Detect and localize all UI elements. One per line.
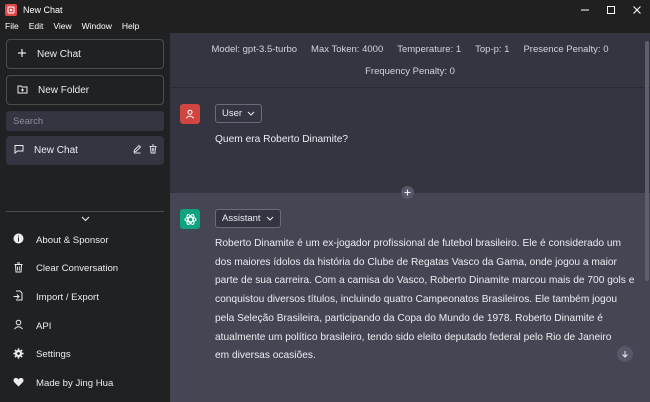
new-folder-label: New Folder (38, 84, 90, 96)
assistant-message: Assistant Roberto Dinamite é um ex-jogad… (170, 193, 650, 402)
assistant-message-text[interactable]: Roberto Dinamite é um ex-jogador profiss… (215, 235, 635, 366)
message-line: parte de sua carreira. Com a camisa do V… (215, 275, 635, 287)
sidebar-menu: About & Sponsor Clear Conversation Impor… (0, 226, 170, 398)
sidebar-item-label: Clear Conversation (36, 263, 119, 275)
app-logo-icon (5, 3, 17, 16)
message-line: atualmente um político brasileiro, tendo… (215, 331, 612, 343)
temperature-label: Temperature: 1 (397, 44, 462, 55)
menu-bar: File Edit View Window Help (0, 19, 650, 33)
user-message-text[interactable]: Quem era Roberto Dinamite? (215, 131, 635, 150)
chat-item-new-chat[interactable]: New Chat (6, 136, 164, 165)
sidebar-item-made-by[interactable]: Made by Jing Hua (0, 369, 170, 398)
sidebar-item-label: API (36, 320, 52, 332)
role-select-value: Assistant (222, 213, 261, 224)
gear-icon (13, 348, 24, 362)
menu-file[interactable]: File (0, 21, 24, 31)
chat-item-actions (132, 144, 158, 157)
openai-logo-icon (180, 209, 200, 229)
folder-plus-icon (17, 84, 28, 97)
message-line: conquistou diversos títulos, incluindo q… (215, 294, 618, 306)
search-input[interactable]: Search (6, 111, 164, 131)
menu-view[interactable]: View (48, 21, 76, 31)
sidebar-item-clear-conversation[interactable]: Clear Conversation (0, 255, 170, 284)
sidebar: New Chat New Folder Search New Chat Abou… (0, 33, 170, 402)
settings-row-2: Frequency Penalty: 0 (170, 66, 650, 77)
window-controls (572, 0, 650, 19)
sidebar-item-label: About & Sponsor (36, 234, 109, 246)
chevron-down-icon (247, 111, 255, 116)
sidebar-divider (6, 211, 164, 212)
menu-help[interactable]: Help (117, 21, 144, 31)
message-line: em diversas ocasiões. (215, 350, 316, 362)
minimize-icon[interactable] (572, 0, 598, 19)
menu-window[interactable]: Window (77, 21, 117, 31)
user-message: User Quem era Roberto Dinamite? (170, 89, 650, 193)
new-chat-button[interactable]: New Chat (6, 39, 164, 69)
title-bar: New Chat (0, 0, 650, 19)
user-avatar-icon (180, 104, 200, 124)
plus-icon (17, 48, 27, 61)
sidebar-item-about[interactable]: About & Sponsor (0, 226, 170, 255)
message-line: Roberto Dinamite é um ex-jogador profiss… (215, 238, 622, 249)
window-title: New Chat (23, 4, 63, 15)
menu-edit[interactable]: Edit (24, 21, 49, 31)
role-select-user[interactable]: User (215, 104, 263, 123)
settings-row-1: Model: gpt-3.5-turbo Max Token: 4000 Tem… (170, 44, 650, 55)
chat-panel: Model: gpt-3.5-turbo Max Token: 4000 Tem… (170, 33, 650, 402)
frequency-penalty-label: Frequency Penalty: 0 (365, 66, 455, 77)
maximize-icon[interactable] (598, 0, 624, 19)
new-chat-label: New Chat (37, 48, 81, 60)
edit-icon[interactable] (132, 144, 142, 157)
trash-icon (13, 262, 24, 276)
trash-icon[interactable] (148, 144, 158, 157)
scroll-down-button[interactable] (617, 346, 633, 362)
user-icon (13, 319, 24, 333)
model-settings-bar[interactable]: Model: gpt-3.5-turbo Max Token: 4000 Tem… (170, 33, 650, 88)
info-icon (13, 233, 24, 247)
presence-penalty-label: Presence Penalty: 0 (523, 44, 609, 55)
role-select-assistant[interactable]: Assistant (215, 209, 281, 228)
sidebar-item-label: Settings (36, 349, 71, 361)
close-icon[interactable] (624, 0, 650, 19)
sidebar-item-import-export[interactable]: Import / Export (0, 283, 170, 312)
sidebar-item-settings[interactable]: Settings (0, 340, 170, 369)
chat-item-label: New Chat (34, 145, 78, 156)
chat-bubble-icon (14, 144, 24, 157)
message-line: dos maiores ídolos da história do Clube … (215, 256, 617, 268)
file-import-icon (13, 290, 24, 304)
new-folder-button[interactable]: New Folder (6, 75, 164, 105)
chevron-down-icon (266, 216, 274, 221)
chevron-down-icon[interactable] (78, 213, 92, 225)
sidebar-item-label: Made by Jing Hua (36, 377, 114, 389)
add-message-button[interactable] (401, 186, 414, 199)
search-placeholder: Search (13, 115, 44, 127)
scrollbar[interactable] (645, 41, 649, 281)
sidebar-item-api[interactable]: API (0, 312, 170, 341)
max-token-label: Max Token: 4000 (311, 44, 384, 55)
message-line: pela Seleção Brasileira, participando da… (215, 312, 603, 324)
heart-icon (13, 377, 24, 390)
sidebar-item-label: Import / Export (36, 291, 99, 303)
top-p-label: Top-p: 1 (475, 44, 510, 55)
role-select-value: User (222, 108, 243, 119)
model-label: Model: gpt-3.5-turbo (211, 44, 298, 55)
